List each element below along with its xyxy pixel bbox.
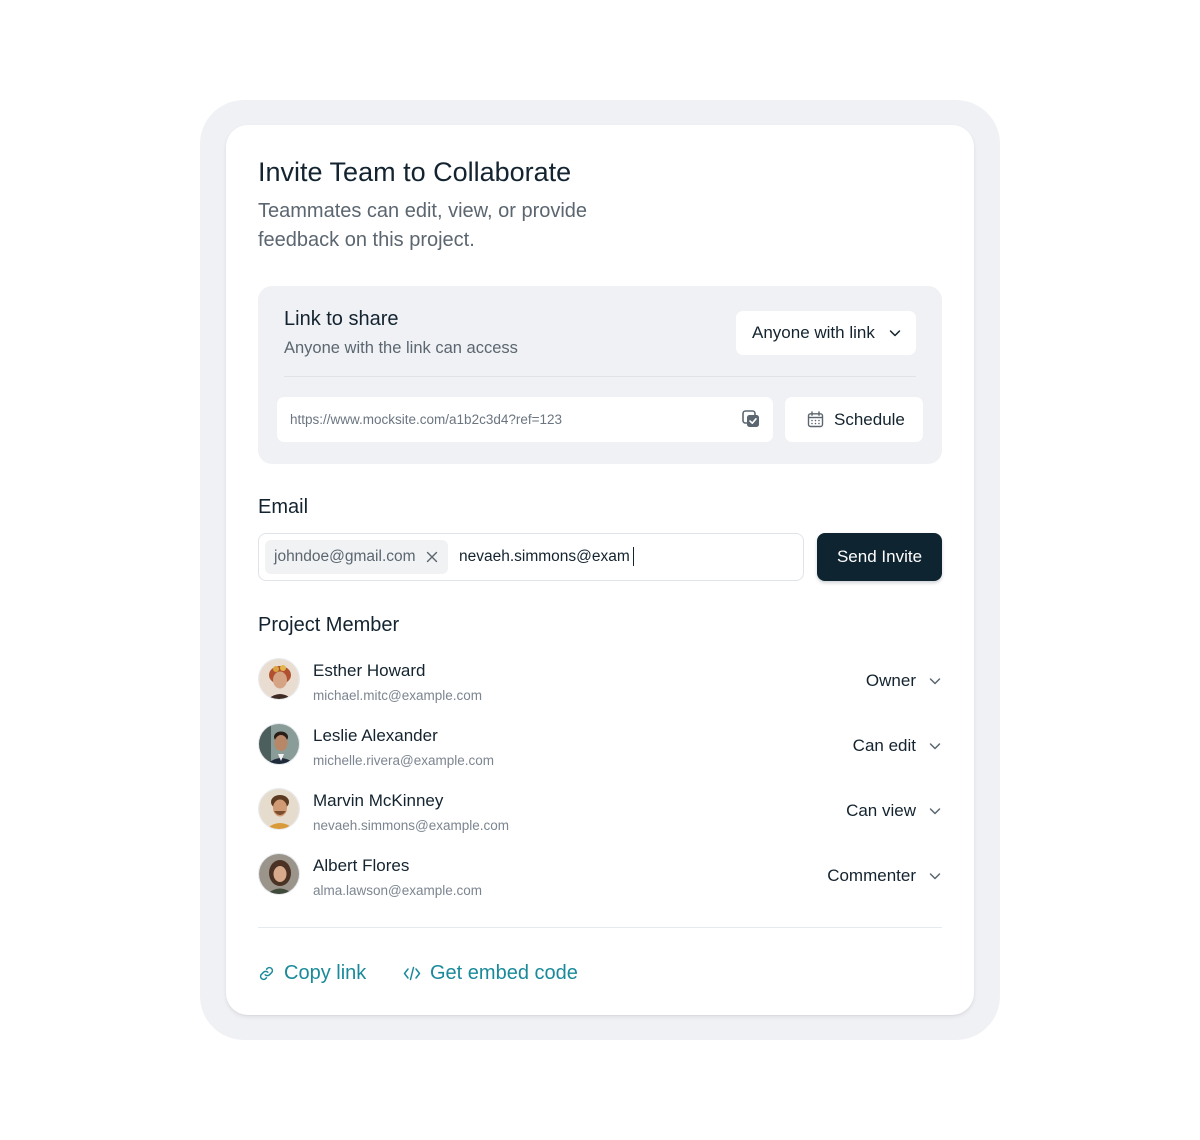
avatar	[258, 723, 300, 765]
member-name: Esther Howard	[313, 661, 426, 680]
member-row: Esther Howard michael.mitc@example.com O…	[258, 658, 942, 714]
member-row: Marvin McKinney nevaeh.simmons@example.c…	[258, 788, 942, 844]
schedule-label: Schedule	[834, 409, 905, 429]
email-chip-text: johndoe@gmail.com	[274, 548, 416, 565]
chevron-down-icon	[889, 330, 901, 337]
email-input-field[interactable]: johndoe@gmail.com nevaeh.simmons@exam	[258, 533, 804, 581]
email-chip: johndoe@gmail.com	[265, 540, 448, 574]
avatar	[258, 658, 300, 700]
dialog-subtitle: Teammates can edit, view, or provide fee…	[258, 200, 588, 251]
member-role: Owner	[865, 671, 916, 690]
link-access-select[interactable]: Anyone with link	[736, 311, 916, 355]
member-name: Marvin McKinney	[313, 791, 444, 810]
copy-link-label: Copy link	[284, 961, 367, 984]
code-icon	[403, 966, 421, 980]
chevron-down-icon	[929, 678, 941, 685]
member-email: michelle.rivera@example.com	[313, 753, 495, 768]
schedule-button[interactable]: Schedule	[785, 397, 923, 442]
members-label: Project Member	[258, 614, 400, 636]
invite-dialog: Invite Team to Collaborate Teammates can…	[226, 125, 974, 1015]
member-role-select[interactable]: Owner	[866, 667, 942, 695]
avatar	[258, 853, 300, 895]
chevron-down-icon	[929, 808, 941, 815]
link-icon	[259, 966, 274, 980]
copy-link-button[interactable]: Copy link	[258, 960, 366, 986]
email-input-value: nevaeh.simmons@exam	[459, 547, 630, 565]
share-divider	[284, 376, 916, 377]
member-role: Can view	[846, 801, 916, 820]
member-role: Commenter	[827, 866, 916, 885]
member-email: alma.lawson@example.com	[313, 883, 483, 898]
share-link-panel: Link to share Anyone with the link can a…	[258, 286, 942, 464]
close-icon[interactable]	[426, 551, 438, 563]
chevron-down-icon	[929, 873, 941, 880]
footer-divider	[258, 927, 942, 928]
member-name: Albert Flores	[313, 856, 410, 875]
member-name: Leslie Alexander	[313, 726, 438, 745]
dialog-title: Invite Team to Collaborate	[258, 157, 572, 187]
member-role: Can edit	[852, 736, 916, 755]
email-text-input[interactable]: nevaeh.simmons@exam	[459, 547, 635, 566]
share-title: Link to share	[284, 308, 399, 330]
link-access-value: Anyone with link	[752, 323, 875, 342]
share-url-field[interactable]: https://www.mocksite.com/a1b2c3d4?ref=12…	[277, 397, 773, 442]
member-email: nevaeh.simmons@example.com	[313, 818, 510, 833]
share-url-text: https://www.mocksite.com/a1b2c3d4?ref=12…	[290, 412, 563, 427]
calendar-icon	[807, 411, 824, 428]
avatar	[258, 788, 300, 830]
member-role-select[interactable]: Can view	[846, 797, 942, 825]
member-row: Albert Flores alma.lawson@example.com Co…	[258, 853, 942, 909]
member-email: michael.mitc@example.com	[313, 688, 483, 703]
embed-code-label: Get embed code	[430, 961, 578, 984]
copy-icon[interactable]	[741, 409, 761, 429]
email-label: Email	[258, 496, 309, 518]
text-caret	[632, 547, 635, 566]
member-role-select[interactable]: Commenter	[827, 862, 942, 890]
send-invite-button[interactable]: Send Invite	[817, 533, 942, 581]
chevron-down-icon	[929, 743, 941, 750]
embed-code-button[interactable]: Get embed code	[403, 960, 578, 986]
share-subtitle: Anyone with the link can access	[284, 339, 518, 357]
member-role-select[interactable]: Can edit	[853, 732, 942, 760]
member-row: Leslie Alexander michelle.rivera@example…	[258, 723, 942, 779]
